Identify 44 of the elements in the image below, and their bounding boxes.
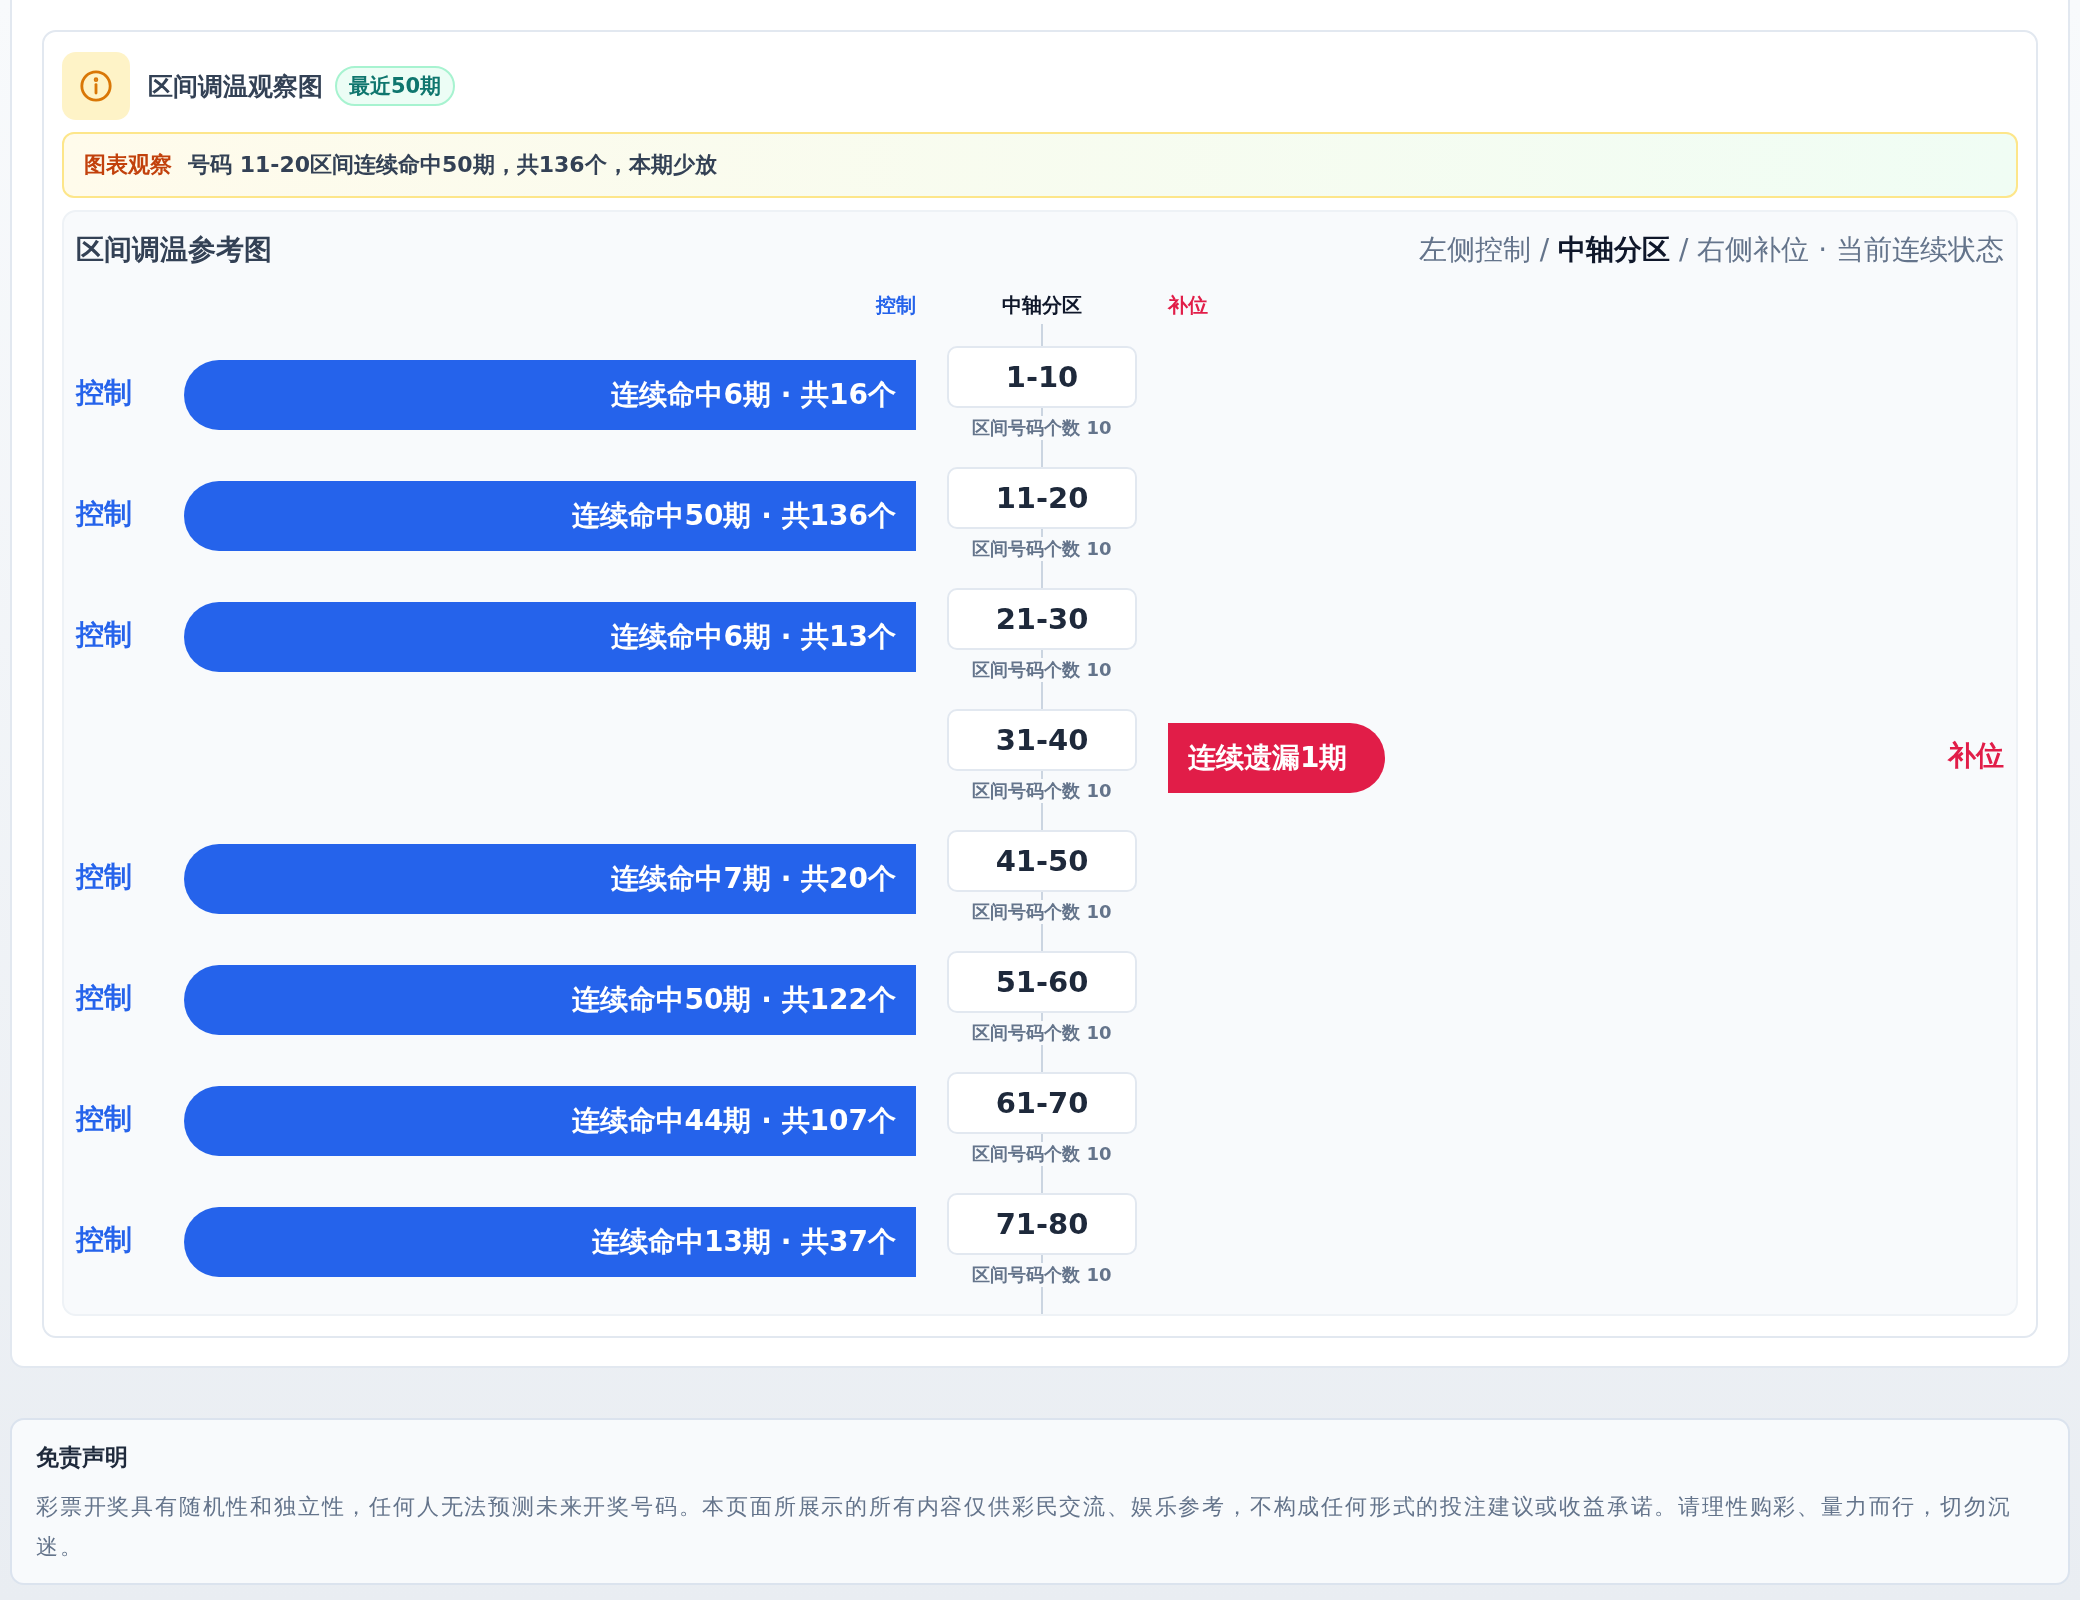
hit-streak-bar: 连续命中7期 · 共20个 (184, 844, 916, 914)
miss-streak-bar: 连续遗漏1期 (1168, 723, 1386, 793)
range-count: 区间号码个数 10 (972, 537, 1112, 561)
chart-title: 区间调温参考图 (76, 232, 272, 268)
range-count: 区间号码个数 10 (972, 658, 1112, 682)
card-title: 区间调温观察图 (148, 70, 323, 103)
range-count: 区间号码个数 10 (972, 900, 1112, 924)
side-label: 控制 (76, 1222, 133, 1258)
side-label: 控制 (76, 859, 133, 895)
info-icon (62, 52, 130, 120)
range-count: 区间号码个数 10 (972, 1021, 1112, 1045)
range-tag: 11-20 (947, 467, 1137, 529)
side-label: 控制 (76, 496, 133, 532)
range-count: 区间号码个数 10 (972, 1142, 1112, 1166)
disclaimer-title: 免责声明 (36, 1443, 129, 1472)
column-heading: 补位 (1168, 293, 1208, 317)
chart-legend: 左侧控制 / 中轴分区 / 右侧补位 · 当前连续状态 (1418, 231, 2004, 269)
hit-streak-bar: 连续命中6期 · 共13个 (184, 602, 916, 672)
range-tag: 31-40 (947, 709, 1137, 771)
hit-streak-bar: 连续命中44期 · 共107个 (184, 1086, 916, 1156)
range-count: 区间号码个数 10 (972, 1263, 1112, 1287)
side-label: 控制 (76, 980, 133, 1016)
range-tag: 1-10 (947, 346, 1137, 408)
side-label: 控制 (76, 1101, 133, 1137)
notice-label: 图表观察 (84, 151, 172, 179)
hit-streak-bar: 连续命中50期 · 共136个 (184, 481, 916, 551)
range-count: 区间号码个数 10 (972, 416, 1112, 440)
hit-streak-bar: 连续命中13期 · 共37个 (184, 1207, 916, 1277)
column-heading: 控制 (874, 292, 916, 319)
range-tag: 71-80 (947, 1193, 1137, 1255)
range-tag: 41-50 (947, 830, 1137, 892)
disclaimer-text: 彩票开奖具有随机性和独立性，任何人无法预测未来开奖号码。本页面所展示的所有内容仅供彩民交流、娱乐参考，不构成任何形式的投注建议或收益承诺。请理性购彩、量力而行，切勿沉迷。 (36, 1493, 2013, 1561)
hit-streak-bar: 连续命中50期 · 共122个 (184, 965, 916, 1035)
column-heading: 中轴分区 (1002, 293, 1082, 317)
range-tag: 61-70 (947, 1072, 1137, 1134)
range-tag: 21-30 (947, 588, 1137, 650)
side-label: 补位 (1948, 738, 2004, 774)
range-tag: 51-60 (947, 951, 1137, 1013)
notice-text: 号码 11-20区间连续命中50期，共136个，本期少放 (188, 151, 717, 179)
side-label: 控制 (76, 375, 133, 411)
range-count: 区间号码个数 10 (972, 779, 1112, 803)
period-badge: 最近50期 (335, 66, 456, 106)
hit-streak-bar: 连续命中6期 · 共16个 (184, 360, 916, 430)
side-label: 控制 (76, 617, 133, 653)
